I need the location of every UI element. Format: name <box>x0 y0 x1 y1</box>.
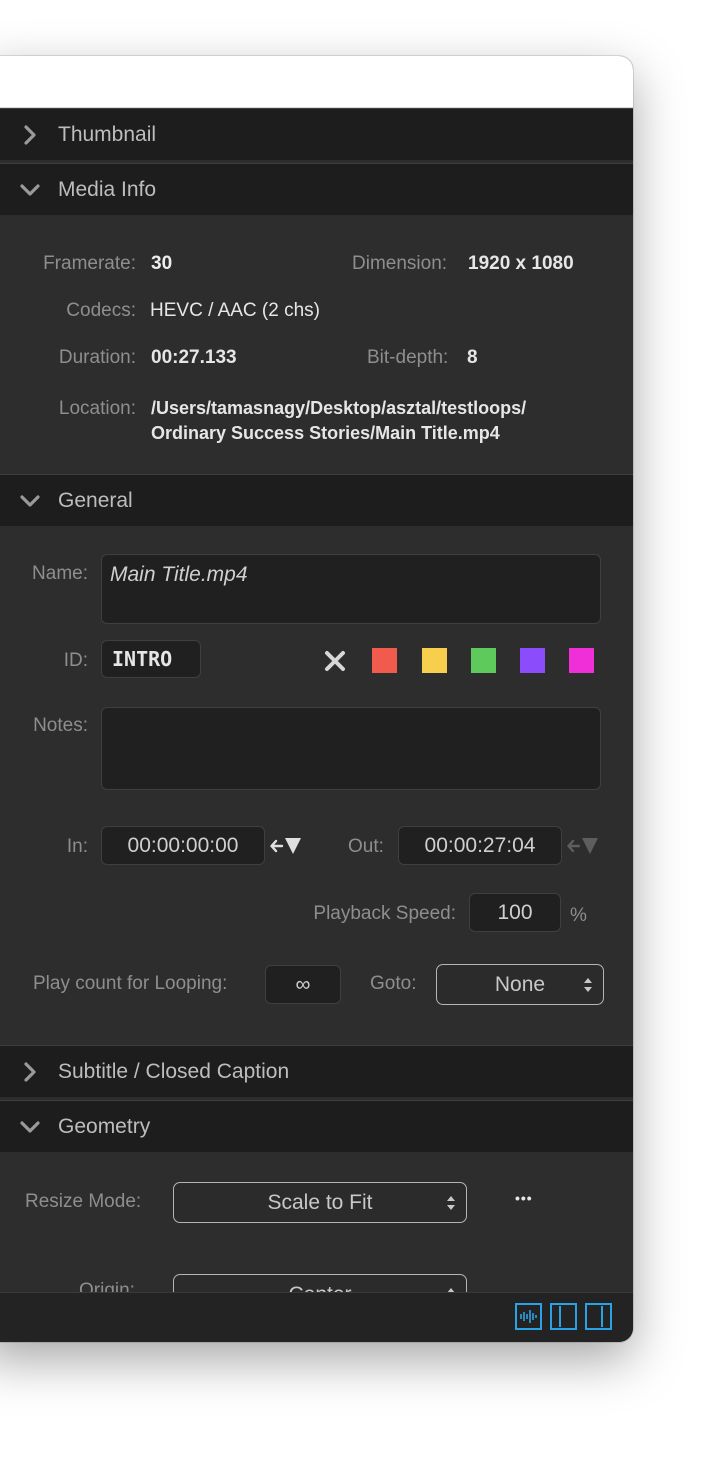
color-tag-red[interactable] <box>372 648 397 673</box>
inspector-scroll-area[interactable]: Thumbnail Media Info Framerate: 30 Dimen… <box>0 108 633 1292</box>
goto-value: None <box>494 972 546 996</box>
section-title: Thumbnail <box>58 122 157 146</box>
play-count-field[interactable]: ∞ <box>265 965 341 1004</box>
play-count-value: ∞ <box>295 972 311 996</box>
location-label: Location: <box>58 398 136 419</box>
codecs-label: Codecs: <box>66 300 136 321</box>
bottom-toolbar <box>0 1292 633 1342</box>
origin-label: Origin: <box>79 1280 135 1292</box>
chevron-down-icon <box>20 491 40 511</box>
section-header-subtitle[interactable]: Subtitle / Closed Caption <box>0 1045 633 1097</box>
section-title: Media Info <box>58 177 157 201</box>
waveform-view-icon[interactable] <box>515 1303 542 1330</box>
dimension-value: 1920 x 1080 <box>468 253 574 274</box>
section-title: Geometry <box>58 1114 151 1138</box>
section-header-geometry[interactable]: Geometry <box>0 1100 633 1152</box>
set-out-point-arrow-icon[interactable] <box>567 835 601 857</box>
bitdepth-label: Bit-depth: <box>367 347 449 368</box>
location-value-line1: /Users/tamasnagy/Desktop/asztal/testloop… <box>151 398 527 418</box>
dimension-label: Dimension: <box>352 253 448 274</box>
updown-arrows-icon <box>584 977 592 992</box>
section-title: General <box>58 488 133 512</box>
in-point-field[interactable]: 00:00:00:00 <box>101 826 265 865</box>
goto-select[interactable]: None <box>436 964 604 1005</box>
origin-select[interactable]: Center <box>173 1274 467 1292</box>
id-value: INTRO <box>112 647 173 671</box>
in-point-value: 00:00:00:00 <box>127 833 239 857</box>
left-panel-view-icon[interactable] <box>550 1303 577 1330</box>
out-point-field[interactable]: 00:00:27:04 <box>398 826 562 865</box>
updown-arrows-icon <box>447 1195 455 1210</box>
codecs-value: HEVC / AAC (2 chs) <box>150 300 320 321</box>
more-options-button[interactable]: ••• <box>515 1190 533 1206</box>
framerate-label: Framerate: <box>43 253 136 274</box>
section-header-general[interactable]: General <box>0 474 633 526</box>
resize-mode-value: Scale to Fit <box>267 1190 373 1214</box>
id-label: ID: <box>63 650 88 671</box>
color-tag-purple[interactable] <box>520 648 545 673</box>
name-label: Name: <box>32 563 88 584</box>
chevron-right-icon <box>20 124 40 145</box>
duration-value: 00:27.133 <box>151 347 237 368</box>
inspector-window: Thumbnail Media Info Framerate: 30 Dimen… <box>0 56 633 1342</box>
playback-speed-label: Playback Speed: <box>313 903 456 924</box>
title-bar <box>0 56 633 108</box>
goto-label: Goto: <box>370 973 417 994</box>
duration-label: Duration: <box>58 347 136 368</box>
notes-label: Notes: <box>33 715 88 736</box>
resize-mode-select[interactable]: Scale to Fit <box>173 1182 467 1223</box>
clear-color-x-icon[interactable] <box>324 650 346 672</box>
playback-speed-field[interactable]: 100 <box>469 893 561 932</box>
in-label: In: <box>66 836 88 857</box>
origin-value: Center <box>288 1283 351 1293</box>
color-tag-green[interactable] <box>471 648 496 673</box>
name-field[interactable]: Main Title.mp4 <box>101 554 601 624</box>
section-header-thumbnail[interactable]: Thumbnail <box>0 108 633 160</box>
color-tag-magenta[interactable] <box>569 648 594 673</box>
set-in-point-arrow-icon[interactable] <box>270 835 304 857</box>
chevron-down-icon <box>20 180 40 200</box>
playback-speed-unit: % <box>570 905 587 926</box>
playback-speed-value: 100 <box>497 900 533 924</box>
chevron-down-icon <box>20 1117 40 1137</box>
id-field[interactable]: INTRO <box>101 640 201 678</box>
bitdepth-value: 8 <box>467 347 478 368</box>
out-point-value: 00:00:27:04 <box>424 833 536 857</box>
name-value: Main Title.mp4 <box>110 563 248 586</box>
right-panel-view-icon[interactable] <box>585 1303 612 1330</box>
resize-mode-label: Resize Mode: <box>25 1191 142 1212</box>
notes-field[interactable] <box>101 707 601 790</box>
section-title: Subtitle / Closed Caption <box>58 1059 290 1083</box>
play-count-label: Play count for Looping: <box>33 973 228 994</box>
location-value-line2: Ordinary Success Stories/Main Title.mp4 <box>151 423 500 443</box>
section-header-media-info[interactable]: Media Info <box>0 163 633 215</box>
chevron-right-icon <box>20 1061 40 1082</box>
framerate-value: 30 <box>151 253 173 274</box>
color-tag-yellow[interactable] <box>422 648 447 673</box>
out-label: Out: <box>348 836 384 857</box>
